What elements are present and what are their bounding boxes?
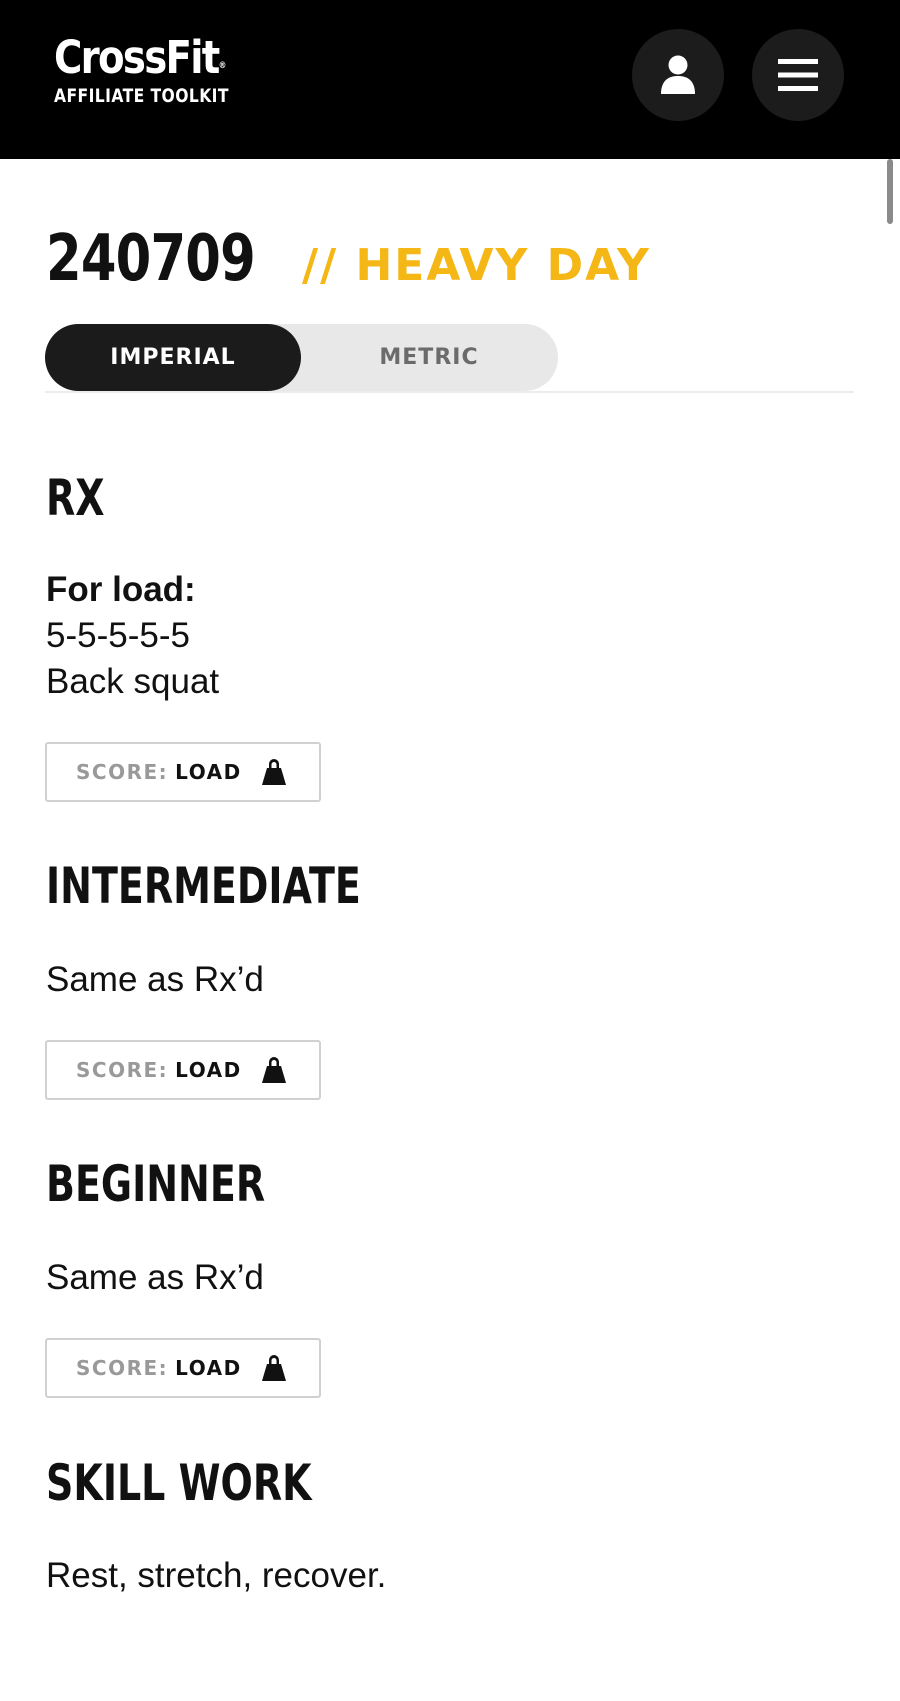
rx-line-3: Back squat (46, 662, 220, 701)
account-button[interactable] (632, 29, 724, 121)
intermediate-description: Same as Rx’d (46, 960, 264, 999)
rx-description: For load: 5-5-5-5-5 Back squat (46, 567, 219, 705)
workout-title: 240709 // HEAVY DAY (46, 222, 651, 296)
section-heading-rx: RX (46, 469, 105, 527)
score-badge-rx: SCORE: LOAD (45, 742, 321, 802)
score-label: SCORE: (76, 1356, 169, 1380)
kettlebell-icon (261, 1355, 286, 1381)
section-heading-intermediate: INTERMEDIATE (46, 857, 361, 915)
workout-tag: // HEAVY DAY (302, 240, 651, 291)
rx-line-1: For load: (46, 570, 196, 609)
site-header: CrossFit® AFFILIATE TOOLKIT (0, 0, 900, 159)
logo-brand-text: CrossFit (54, 31, 220, 84)
crossfit-logo[interactable]: CrossFit® AFFILIATE TOOLKIT (54, 31, 267, 108)
score-label: SCORE: (76, 1058, 169, 1082)
score-value: LOAD (175, 1356, 242, 1380)
score-badge-beginner: SCORE: LOAD (45, 1338, 321, 1398)
score-badge-intermediate: SCORE: LOAD (45, 1040, 321, 1100)
page-scrollbar[interactable] (887, 159, 893, 224)
hamburger-menu-icon (778, 59, 818, 91)
registered-mark: ® (218, 61, 227, 71)
score-label: SCORE: (76, 760, 169, 784)
section-heading-beginner: BEGINNER (46, 1155, 266, 1213)
beginner-description: Same as Rx’d (46, 1258, 264, 1297)
section-heading-skill-work: SKILL WORK (46, 1454, 312, 1512)
score-value: LOAD (175, 1058, 242, 1082)
score-value: LOAD (175, 760, 242, 784)
units-toggle: IMPERIAL METRIC (45, 324, 558, 391)
kettlebell-icon (261, 759, 286, 785)
skill-work-description: Rest, stretch, recover. (46, 1556, 387, 1595)
kettlebell-icon (261, 1057, 286, 1083)
toggle-imperial[interactable]: IMPERIAL (45, 324, 301, 391)
user-icon (661, 55, 695, 94)
logo-subtitle: AFFILIATE TOOLKIT (54, 85, 229, 107)
workout-id: 240709 (46, 222, 256, 296)
toggle-metric[interactable]: METRIC (301, 324, 557, 391)
menu-button[interactable] (752, 29, 844, 121)
rx-line-2: 5-5-5-5-5 (46, 616, 190, 655)
divider (45, 391, 854, 393)
